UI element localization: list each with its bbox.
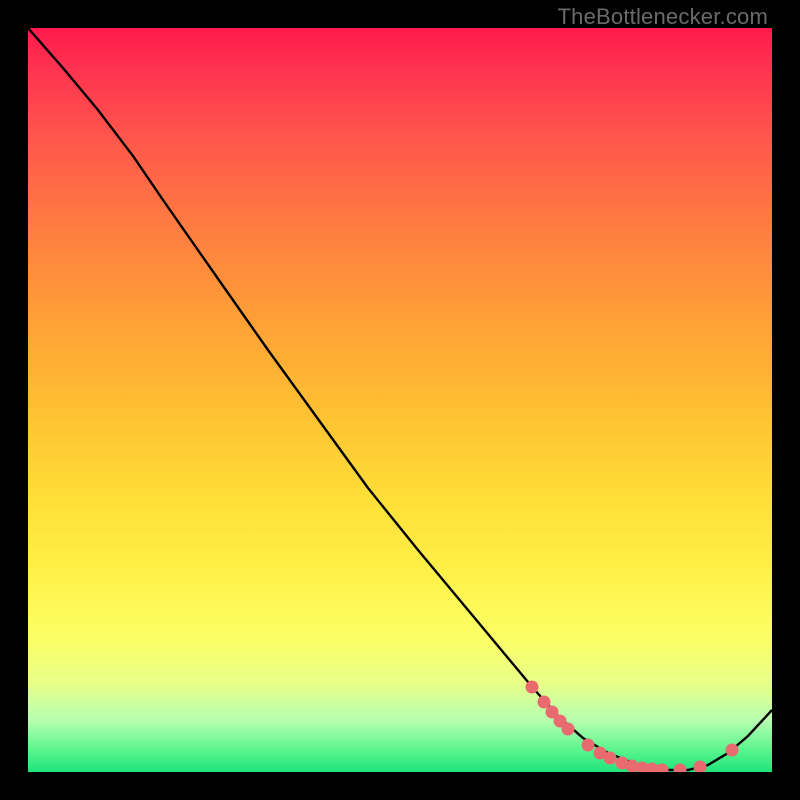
curve-marker-dot xyxy=(694,761,707,773)
watermark-text: TheBottlenecker.com xyxy=(558,4,768,30)
curve-marker-dot xyxy=(726,744,739,757)
bottleneck-curve-chart xyxy=(28,28,772,772)
curve-marker-dot xyxy=(656,764,669,773)
curve-marker-dot xyxy=(604,752,617,765)
plot-frame xyxy=(28,28,772,772)
curve-marker-dot xyxy=(562,723,575,736)
curve-marker-dot xyxy=(674,764,687,773)
curve-marker-dot xyxy=(526,681,539,694)
curve-marker-dot xyxy=(582,739,595,752)
curve-markers xyxy=(526,681,739,773)
curve-line xyxy=(28,28,772,770)
